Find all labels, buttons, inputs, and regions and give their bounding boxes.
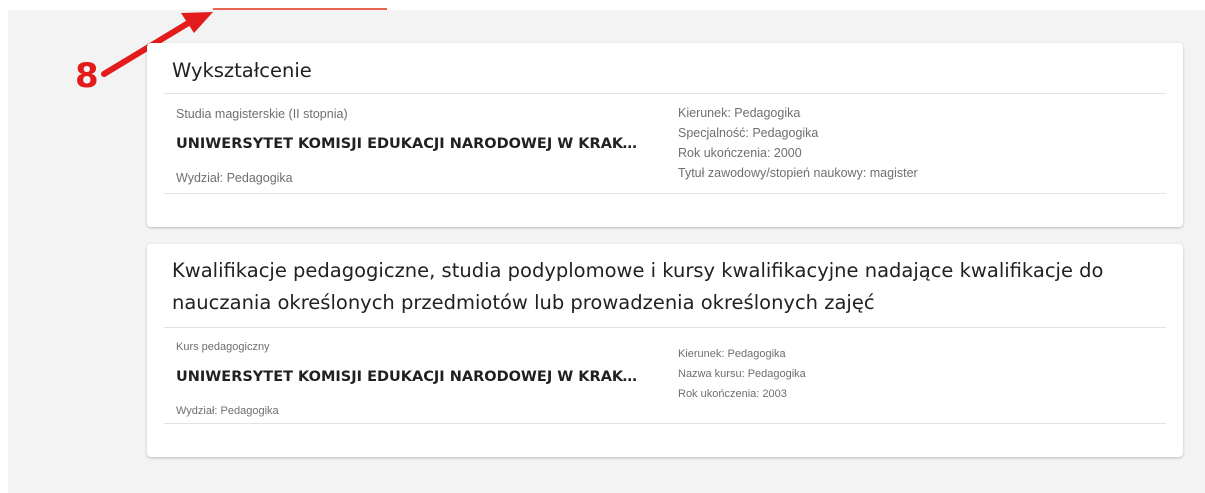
detail-field-of-study: Kierunek: Pedagogika	[678, 106, 801, 120]
divider	[164, 327, 1166, 328]
detail-graduation-year: Rok ukończenia: 2003	[678, 388, 787, 400]
qualifications-card: Kwalifikacje pedagogiczne, studia podypl…	[147, 244, 1183, 457]
qualifications-section-title: Kwalifikacje pedagogiczne, studia podypl…	[172, 259, 1104, 314]
detail-course-name: Nazwa kursu: Pedagogika	[678, 368, 806, 380]
qualification-entry-details: Kierunek: Pedagogika Nazwa kursu: Pedago…	[678, 344, 1158, 404]
divider	[164, 193, 1166, 194]
detail-degree-title: Tytuł zawodowy/stopień naukowy: magister	[678, 166, 918, 180]
faculty: Wydział: Pedagogika	[176, 405, 279, 417]
degree-type: Studia magisterskie (II stopnia)	[176, 107, 348, 121]
detail-field-of-study: Kierunek: Pedagogika	[678, 348, 786, 360]
qualification-entry-main: Kurs pedagogiczny UNIWERSYTET KOMISJI ED…	[176, 337, 646, 421]
divider	[164, 93, 1166, 94]
detail-graduation-year: Rok ukończenia: 2000	[678, 146, 802, 160]
active-tab-indicator	[213, 8, 387, 10]
divider	[164, 423, 1166, 424]
education-card: Wykształcenie Studia magisterskie (II st…	[147, 43, 1183, 227]
faculty: Wydział: Pedagogika	[176, 171, 293, 185]
university-name: UNIWERSYTET KOMISJI EDUKACJI NARODOWEJ W…	[176, 369, 646, 385]
education-entry-details: Kierunek: Pedagogika Specjalność: Pedago…	[678, 103, 1158, 183]
detail-specialization: Specjalność: Pedagogika	[678, 126, 819, 140]
education-entry-main: Studia magisterskie (II stopnia) UNIWERS…	[176, 104, 646, 188]
course-type: Kurs pedagogiczny	[176, 341, 270, 353]
annotation-number: 8	[75, 56, 99, 96]
education-section-title: Wykształcenie	[172, 59, 312, 82]
university-name: UNIWERSYTET KOMISJI EDUKACJI NARODOWEJ W…	[176, 136, 646, 152]
